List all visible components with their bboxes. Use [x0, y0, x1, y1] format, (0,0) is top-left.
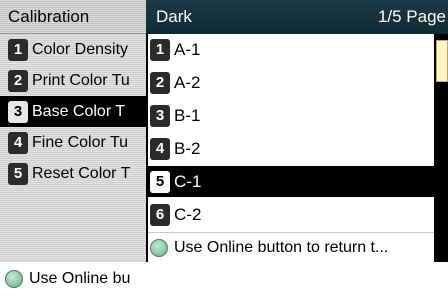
menu-item-base-color-tuning[interactable]: 3 Base Color T: [0, 96, 148, 127]
option-label: B-1: [174, 105, 201, 125]
menu-item-label: Fine Color Tu: [32, 133, 129, 151]
menu-item-fine-color-tuning[interactable]: 4 Fine Color Tu: [0, 127, 148, 158]
popup-title: Dark: [156, 7, 192, 26]
option-c-1[interactable]: 5 C-1: [148, 166, 434, 197]
number-4-icon: 4: [8, 131, 28, 154]
number-4-icon: 4: [150, 137, 170, 160]
option-label: C-2: [174, 204, 202, 224]
option-c-2[interactable]: 6 C-2: [148, 199, 434, 230]
option-b-1[interactable]: 3 B-1: [148, 100, 434, 131]
footer-hint: Use Online button to return t...: [174, 238, 389, 256]
footer-hint: Use Online bu: [29, 270, 131, 287]
number-5-icon: 5: [8, 162, 28, 185]
number-5-icon: 5: [150, 170, 170, 193]
number-6-icon: 6: [150, 203, 170, 226]
menu-item-print-color-tuning[interactable]: 2 Print Color Tu: [0, 65, 148, 96]
dark-selection-popup: Dark 1/5 Page 1 A-1 2 A-2 3 B-1 4 B-2 5 …: [146, 0, 448, 262]
menu-item-reset-color-tuning[interactable]: 5 Reset Color T: [0, 158, 148, 189]
popup-footer: Use Online button to return t...: [148, 232, 434, 262]
left-panel-header: Calibration: [0, 0, 148, 34]
number-3-icon: 3: [8, 100, 28, 123]
option-b-2[interactable]: 4 B-2: [148, 133, 434, 164]
online-indicator-icon: [5, 270, 23, 288]
popup-header: Dark 1/5 Page: [146, 0, 448, 34]
left-panel-footer: Use Online bu: [0, 262, 148, 296]
menu-item-label: Reset Color T: [32, 164, 131, 182]
number-3-icon: 3: [150, 104, 170, 127]
option-label: B-2: [174, 138, 201, 158]
left-panel-title: Calibration: [8, 7, 90, 26]
option-label: A-1: [174, 39, 201, 59]
option-a-2[interactable]: 2 A-2: [148, 67, 434, 98]
option-label: C-1: [174, 171, 202, 191]
number-2-icon: 2: [8, 69, 28, 92]
option-a-1[interactable]: 1 A-1: [148, 34, 434, 65]
scrollbar-thumb[interactable]: [436, 40, 448, 82]
page-indicator: 1/5 Page: [377, 7, 446, 26]
calibration-menu: 1 Color Density 2 Print Color Tu 3 Base …: [0, 34, 148, 288]
online-indicator-icon: [150, 238, 168, 257]
number-2-icon: 2: [150, 71, 170, 94]
popup-option-list: 1 A-1 2 A-2 3 B-1 4 B-2 5 C-1 6 C-2 Use …: [148, 34, 434, 262]
menu-item-label: Color Density: [32, 40, 129, 58]
menu-item-color-density[interactable]: 1 Color Density: [0, 34, 148, 65]
menu-item-label: Print Color Tu: [32, 71, 130, 89]
option-label: A-2: [174, 72, 201, 92]
calibration-screen: Calibration 1 Color Density 2 Print Colo…: [0, 0, 448, 288]
menu-item-label: Base Color T: [32, 102, 126, 120]
number-1-icon: 1: [150, 38, 170, 61]
number-1-icon: 1: [8, 38, 28, 61]
